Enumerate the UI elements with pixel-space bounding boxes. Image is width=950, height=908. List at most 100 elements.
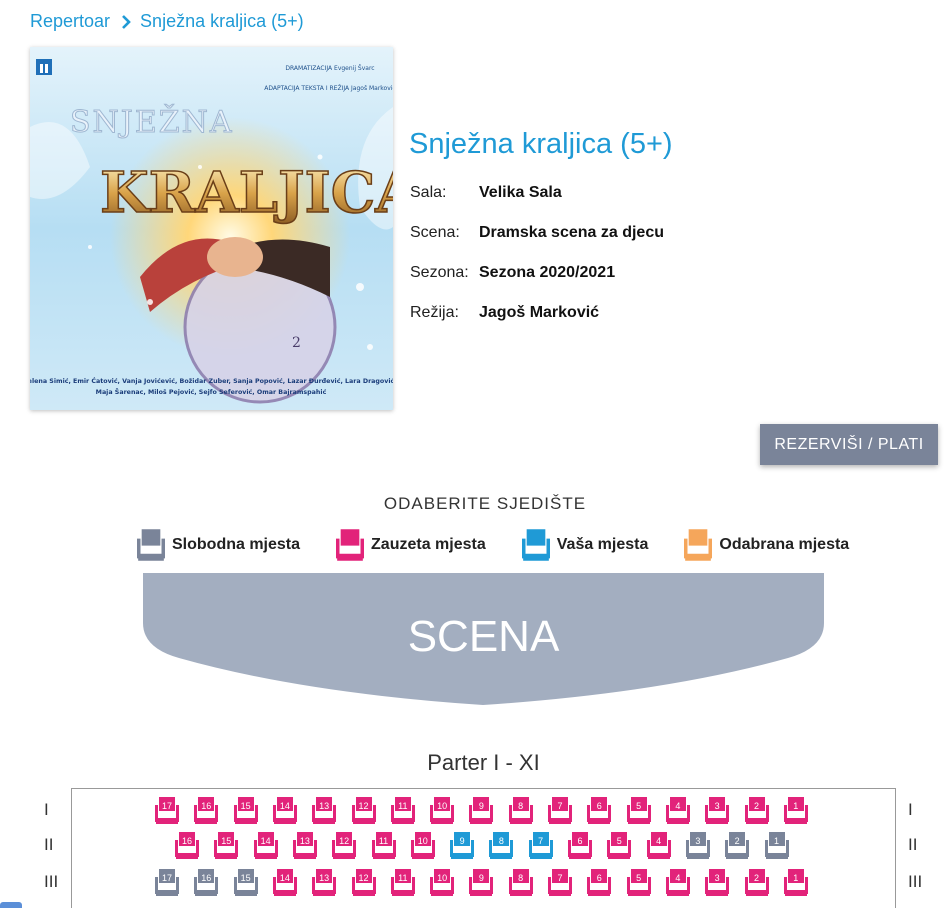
seat-taken[interactable]: 6 [568,832,592,859]
seat-taken[interactable]: 10 [430,797,455,824]
seat-taken[interactable]: 5 [626,869,651,896]
seat-taken[interactable]: 8 [508,797,533,824]
seat-number: 13 [319,801,330,811]
seat-taken[interactable]: 13 [312,869,337,896]
seat-free[interactable]: 2 [725,832,750,859]
seat-taken[interactable]: 13 [312,797,337,824]
seat-taken[interactable]: 4 [665,797,690,824]
seat-taken[interactable]: 13 [292,832,317,859]
seat-number: 6 [596,873,602,883]
seat-number: 8 [518,873,524,883]
seat-taken[interactable]: 2 [744,797,769,824]
seat-taken[interactable]: 16 [194,797,219,824]
seat-number: 14 [279,801,290,811]
seat-icon [336,529,365,561]
seat-number: 14 [279,873,290,883]
seat-number: 5 [636,873,642,883]
poster-artwork: 2 SNJEŽNA KRALJICA DRAMATIZACIJA Evgenij… [30,47,393,410]
detail-row-rezija: Režija: Jagoš Marković [410,304,664,344]
seat-taken[interactable]: 4 [646,832,671,859]
seat-number: 2 [753,801,759,811]
poster-title-line1: SNJEŽNA [70,104,234,140]
seat-free[interactable]: 1 [764,832,789,859]
breadcrumb-current[interactable]: Snježna kraljica (5+) [140,11,304,32]
seat-number: 13 [319,873,330,883]
svg-text:2: 2 [292,335,301,351]
seat-number: 5 [636,801,642,811]
seat-yours[interactable]: 8 [489,832,514,859]
seat-number: 8 [498,836,504,846]
seat-taken[interactable]: 15 [233,797,258,824]
seat-number: 11 [398,801,408,811]
row-label-left: I [44,800,49,819]
seat-icon [684,529,713,561]
row-label-right: I [908,800,913,819]
section-title: Parter I - XI [427,750,540,775]
seat-icon [521,529,550,561]
seat-number: 3 [714,873,720,883]
seat-taken[interactable]: 12 [351,797,376,824]
detail-label: Režija: [410,304,459,321]
seat-taken[interactable]: 9 [469,797,494,824]
seat-taken[interactable]: 3 [705,869,730,896]
seat-number: 9 [459,836,465,846]
seat-number: 2 [753,873,759,883]
seat-number: 9 [478,801,484,811]
seat-taken[interactable]: 14 [253,832,278,859]
seat-number: 1 [773,836,779,846]
seat-taken[interactable]: 7 [548,869,572,896]
seat-yours[interactable]: 9 [450,832,475,859]
seat-number: 16 [201,801,212,811]
seat-taken[interactable]: 7 [548,797,572,824]
seat-free[interactable]: 17 [155,869,179,896]
seat-taken[interactable]: 9 [469,869,494,896]
seat-taken[interactable]: 14 [272,797,297,824]
seat-legend: Slobodna mjesta Zauzeta mjesta Vaša mjes… [137,529,885,561]
breadcrumb: Repertoar Snježna kraljica (5+) [30,11,304,32]
legend-label: Vaša mjesta [556,536,649,553]
seat-number: 10 [437,801,448,811]
seat-free[interactable]: 15 [233,869,258,896]
seat-number: 12 [358,801,369,811]
seat-taken[interactable]: 17 [155,797,179,824]
poster-credits-top: DRAMATIZACIJA Evgenij Švarc [285,65,374,72]
seat-taken[interactable]: 15 [214,832,239,859]
seat-number: 15 [240,873,251,883]
seat-taken[interactable]: 5 [626,797,651,824]
seat-taken[interactable]: 11 [371,832,396,859]
seat-number: 1 [793,873,799,883]
seat-number: 13 [299,836,310,846]
seat-yours[interactable]: 7 [528,832,553,859]
seat-taken[interactable]: 10 [430,869,455,896]
corner-tab[interactable] [0,902,22,908]
seat-free[interactable]: 16 [194,869,219,896]
seat-taken[interactable]: 5 [607,832,632,859]
seat-taken[interactable]: 10 [410,832,435,859]
detail-value: Sezona 2020/2021 [479,264,616,281]
seat-taken[interactable]: 11 [390,797,415,824]
breadcrumb-repertoar-link[interactable]: Repertoar [30,11,110,32]
seat-number: 16 [201,873,212,883]
seat-taken[interactable]: 4 [665,869,690,896]
seat-taken[interactable]: 1 [783,797,808,824]
seat-taken[interactable]: 2 [744,869,769,896]
seat-number: 3 [695,836,701,846]
seat-picker-title: ODABERITE SJEDIŠTE [383,494,587,513]
seat-number: 4 [675,873,681,883]
seat-taken[interactable]: 8 [508,869,533,896]
seat-taken[interactable]: 11 [390,869,415,896]
seat-taken[interactable]: 1 [783,869,808,896]
seat-taken[interactable]: 6 [587,869,612,896]
reserve-pay-button[interactable]: REZERVIŠI / PLATI [760,424,938,465]
seat-taken[interactable]: 6 [587,797,612,824]
seat-taken[interactable]: 16 [175,832,199,859]
seat-number: 4 [675,801,681,811]
seat-taken[interactable]: 12 [351,869,376,896]
seat-taken[interactable]: 3 [705,797,730,824]
detail-value: Jagoš Marković [479,304,600,321]
seat-free[interactable]: 3 [685,832,710,859]
seat-taken[interactable]: 12 [332,832,357,859]
seat-taken[interactable]: 14 [272,869,297,896]
seat-number: 11 [398,873,408,883]
detail-value: Velika Sala [479,184,562,201]
